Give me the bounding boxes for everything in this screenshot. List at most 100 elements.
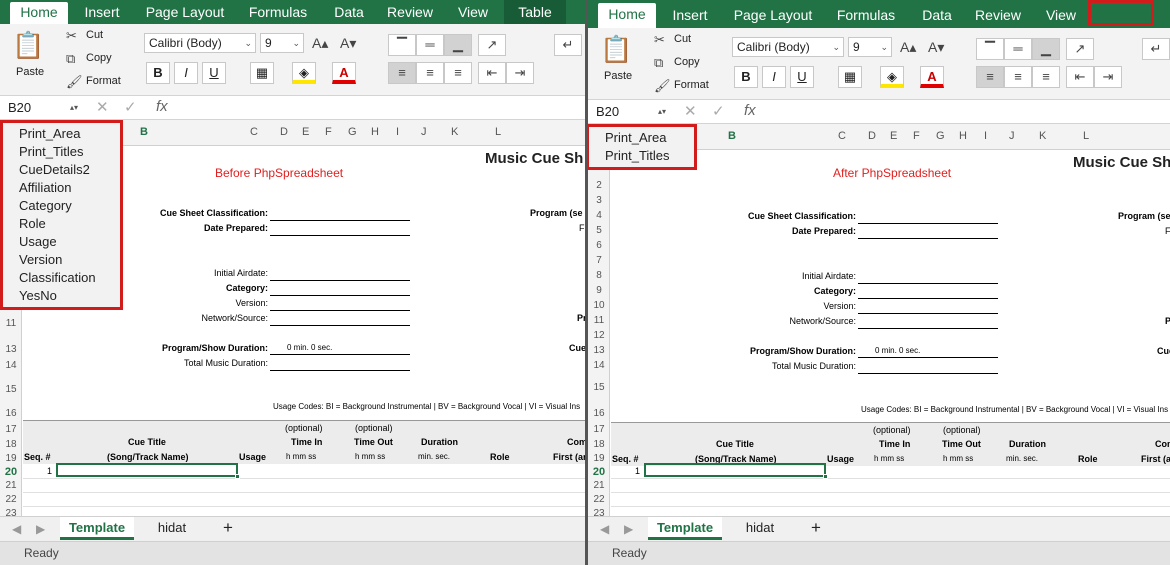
sheet-tab-hidat[interactable]: hidat: [144, 517, 200, 540]
tab-table[interactable]: Table: [504, 0, 566, 24]
paste-icon[interactable]: 📋: [600, 36, 632, 62]
confirm-icon[interactable]: ✓: [712, 102, 725, 120]
increase-font-icon[interactable]: A▴: [900, 39, 916, 55]
decrease-indent-icon[interactable]: ⇤: [1066, 66, 1094, 88]
name-box[interactable]: B20 ▴▾: [2, 98, 82, 118]
font-name-select[interactable]: Calibri (Body) ⌄: [732, 37, 844, 57]
selected-cell-b20[interactable]: [644, 463, 828, 479]
tab-data[interactable]: Data: [326, 0, 372, 24]
cancel-icon[interactable]: ✕: [96, 98, 109, 116]
align-middle-icon[interactable]: ═: [1004, 38, 1032, 60]
wrap-text-icon[interactable]: ↵: [554, 34, 582, 56]
fill-color-icon[interactable]: ◈: [880, 66, 904, 88]
tab-formulas[interactable]: Formulas: [828, 3, 904, 27]
wrap-text-icon[interactable]: ↵: [1142, 38, 1170, 60]
fill-handle[interactable]: [235, 474, 240, 479]
col-L[interactable]: L: [1083, 130, 1089, 142]
col-L[interactable]: L: [495, 126, 501, 138]
increase-indent-icon[interactable]: ⇥: [1094, 66, 1122, 88]
col-I[interactable]: I: [984, 130, 987, 142]
bold-button[interactable]: B: [734, 66, 758, 88]
increase-indent-icon[interactable]: ⇥: [506, 62, 534, 84]
decrease-font-icon[interactable]: A▾: [928, 39, 944, 55]
row-23[interactable]: 23: [588, 508, 610, 516]
col-F[interactable]: F: [325, 126, 332, 138]
row-3[interactable]: 3: [588, 195, 610, 206]
row-9[interactable]: 9: [588, 285, 610, 296]
tab-page-layout[interactable]: Page Layout: [140, 0, 230, 24]
align-left-icon[interactable]: ≡: [976, 66, 1004, 88]
confirm-icon[interactable]: ✓: [124, 98, 137, 116]
name-box[interactable]: B20 ▴▾: [590, 102, 670, 122]
add-sheet-button[interactable]: +: [214, 517, 242, 540]
paste-icon[interactable]: 📋: [12, 32, 44, 58]
align-middle-icon[interactable]: ═: [416, 34, 444, 56]
row-22[interactable]: 22: [588, 494, 610, 505]
worksheet-grid[interactable]: B C D E F G H I J K L 11 13 14 15 16 17 …: [0, 120, 585, 516]
col-C[interactable]: C: [250, 126, 258, 138]
orientation-icon[interactable]: ↗: [478, 34, 506, 56]
align-bottom-icon[interactable]: ▁: [444, 34, 472, 56]
row-5[interactable]: 5: [588, 225, 610, 236]
row-22[interactable]: 22: [0, 494, 22, 505]
col-H[interactable]: H: [371, 126, 379, 138]
scroll-right-icon[interactable]: ▶: [624, 521, 633, 537]
add-sheet-button[interactable]: +: [802, 517, 830, 540]
tab-insert[interactable]: Insert: [664, 3, 716, 27]
named-range-item[interactable]: CueDetails2: [3, 161, 120, 179]
borders-icon[interactable]: ▦: [838, 66, 862, 88]
row-10[interactable]: 10: [588, 300, 610, 311]
row-15[interactable]: 15: [0, 384, 22, 395]
col-G[interactable]: G: [348, 126, 357, 138]
col-B[interactable]: B: [140, 126, 148, 138]
row-19[interactable]: 19: [0, 453, 22, 464]
named-range-item[interactable]: Version: [3, 251, 120, 269]
row-20[interactable]: 20: [0, 466, 22, 478]
tab-data[interactable]: Data: [914, 3, 960, 27]
fx-icon[interactable]: fx: [744, 102, 756, 119]
tab-home[interactable]: Home: [10, 2, 68, 24]
copy-label[interactable]: Copy: [674, 56, 700, 68]
named-range-dropdown[interactable]: Print_Area Print_Titles CueDetails2 Affi…: [0, 120, 123, 310]
selected-cell-b20[interactable]: [56, 463, 240, 479]
named-range-dropdown[interactable]: Print_Area Print_Titles: [588, 124, 697, 170]
borders-icon[interactable]: ▦: [250, 62, 274, 84]
col-K[interactable]: K: [1039, 130, 1046, 142]
paste-label[interactable]: Paste: [16, 66, 44, 78]
col-B[interactable]: B: [728, 130, 736, 142]
increase-font-icon[interactable]: A▴: [312, 35, 328, 51]
copy-label[interactable]: Copy: [86, 52, 112, 64]
tab-view[interactable]: View: [450, 0, 496, 24]
col-J[interactable]: J: [1009, 130, 1015, 142]
row-4[interactable]: 4: [588, 210, 610, 221]
row-8[interactable]: 8: [588, 270, 610, 281]
cancel-icon[interactable]: ✕: [684, 102, 697, 120]
tab-view[interactable]: View: [1038, 3, 1084, 27]
col-H[interactable]: H: [959, 130, 967, 142]
tab-review[interactable]: Review: [382, 0, 438, 24]
row-2[interactable]: 2: [588, 180, 610, 191]
named-range-item[interactable]: YesNo: [3, 287, 120, 305]
align-center-icon[interactable]: ≡: [416, 62, 444, 84]
align-right-icon[interactable]: ≡: [1032, 66, 1060, 88]
sheet-tab-template[interactable]: Template: [60, 517, 134, 540]
align-top-icon[interactable]: ▔: [388, 34, 416, 56]
row-20[interactable]: 20: [588, 466, 610, 478]
col-G[interactable]: G: [936, 130, 945, 142]
sheet-content[interactable]: Music Cue Sh After PhpSpreadsheet Cue Sh…: [611, 150, 1170, 516]
copy-icon[interactable]: ⧉: [654, 55, 663, 71]
scroll-left-icon[interactable]: ◀: [600, 521, 609, 537]
format-label[interactable]: Format: [86, 75, 121, 87]
col-D[interactable]: D: [280, 126, 288, 138]
format-painter-icon[interactable]: 🖌: [654, 78, 671, 94]
col-D[interactable]: D: [868, 130, 876, 142]
col-F[interactable]: F: [913, 130, 920, 142]
scroll-right-icon[interactable]: ▶: [36, 521, 45, 537]
row-15[interactable]: 15: [588, 382, 610, 393]
underline-button[interactable]: U: [202, 62, 226, 84]
col-I[interactable]: I: [396, 126, 399, 138]
col-C[interactable]: C: [838, 130, 846, 142]
format-painter-icon[interactable]: 🖌: [66, 74, 83, 90]
row-6[interactable]: 6: [588, 240, 610, 251]
row-21[interactable]: 21: [588, 480, 610, 491]
